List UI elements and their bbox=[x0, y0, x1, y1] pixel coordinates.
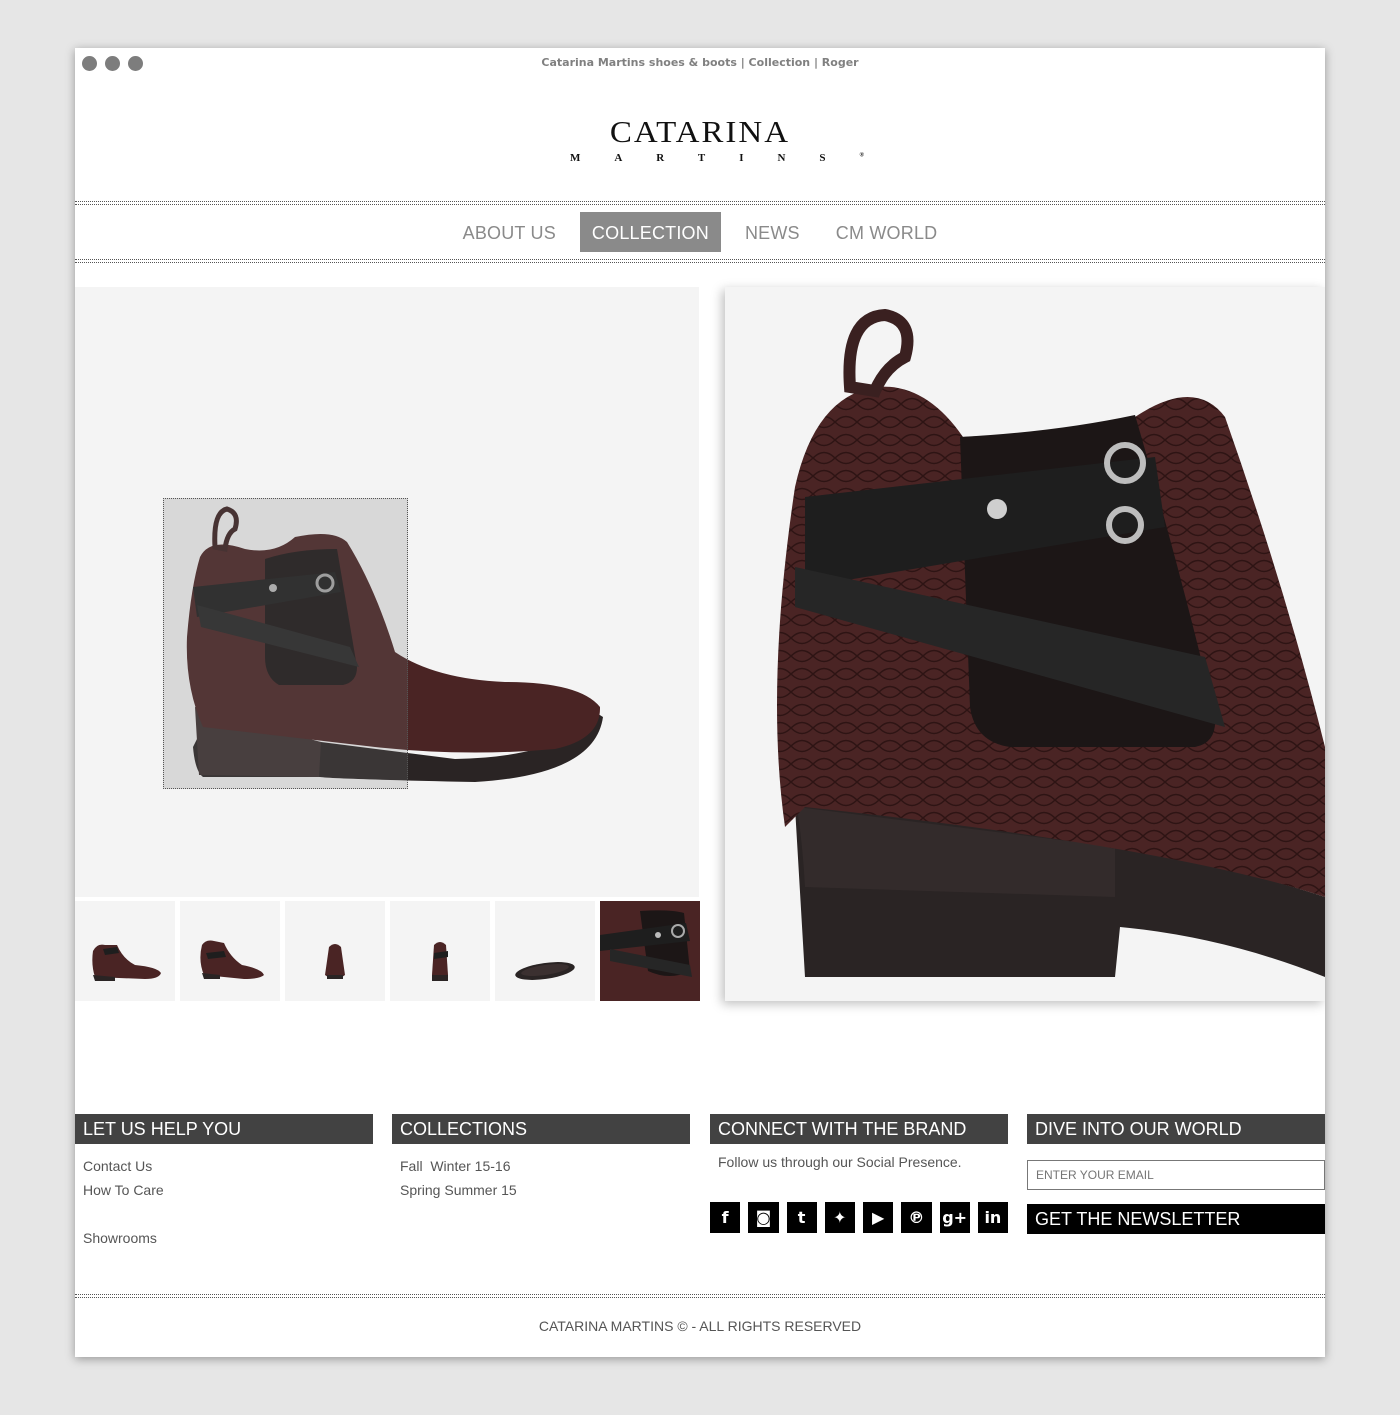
how-to-care-link[interactable]: How To Care bbox=[83, 1178, 373, 1202]
nav-news[interactable]: NEWS bbox=[733, 212, 812, 252]
boot-detail-image bbox=[777, 308, 1325, 977]
brand-logo[interactable]: CATARINA MARTINS® bbox=[75, 116, 1325, 164]
main-navigation: ABOUT US COLLECTION NEWS CM WORLD bbox=[75, 212, 1325, 252]
googleplus-icon[interactable]: g+ bbox=[939, 1202, 970, 1233]
browser-window: Catarina Martins shoes & boots | Collect… bbox=[75, 48, 1325, 1357]
footer-connect-title: CONNECT WITH THE BRAND bbox=[710, 1114, 1008, 1144]
linkedin-icon[interactable]: in bbox=[977, 1202, 1008, 1233]
twitter-icon[interactable]: ✦ bbox=[824, 1202, 855, 1233]
youtube-icon[interactable]: ▶ bbox=[863, 1202, 894, 1233]
footer-help: LET US HELP YOU Contact Us How To Care S… bbox=[75, 1114, 373, 1250]
nav-collection[interactable]: COLLECTION bbox=[579, 212, 721, 252]
spring-summer-link[interactable]: Spring Summer 15 bbox=[400, 1178, 690, 1202]
footer-newsletter-title: DIVE INTO OUR WORLD bbox=[1027, 1114, 1325, 1144]
divider bbox=[75, 259, 1325, 263]
product-main-image[interactable] bbox=[75, 287, 699, 897]
boot-front-thumb bbox=[325, 944, 345, 979]
connect-description: Follow us through our Social Presence. bbox=[718, 1154, 962, 1170]
facebook-icon[interactable]: f bbox=[710, 1202, 741, 1233]
footer-connect: CONNECT WITH THE BRAND Follow us through… bbox=[710, 1114, 1008, 1233]
nav-about-us[interactable]: ABOUT US bbox=[451, 212, 568, 252]
divider bbox=[75, 1294, 1325, 1298]
logo-wordmark: CATARINA bbox=[609, 116, 791, 150]
footer-help-title: LET US HELP YOU bbox=[75, 1114, 373, 1144]
zoom-lens[interactable] bbox=[163, 498, 408, 789]
thumbnail-6[interactable] bbox=[600, 901, 700, 1001]
footer-newsletter: DIVE INTO OUR WORLD GET THE NEWSLETTER bbox=[1027, 1114, 1325, 1234]
footer-collections: COLLECTIONS Fall Winter 15-16 Spring Sum… bbox=[392, 1114, 690, 1202]
showrooms-link[interactable]: Showrooms bbox=[83, 1226, 373, 1250]
boot-side-thumb bbox=[92, 944, 161, 981]
pinterest-icon[interactable]: ℗ bbox=[901, 1202, 932, 1233]
copyright-text: CATARINA MARTINS © - ALL RIGHTS RESERVED bbox=[538, 1318, 862, 1334]
email-field[interactable] bbox=[1027, 1160, 1325, 1190]
thumbnail-2[interactable] bbox=[180, 901, 280, 1001]
boot-sole-thumb bbox=[515, 962, 575, 980]
fall-winter-link[interactable]: Fall Winter 15-16 bbox=[400, 1154, 690, 1178]
thumbnail-strip bbox=[75, 901, 700, 1001]
window-title: Catarina Martins shoes & boots | Collect… bbox=[541, 56, 859, 69]
boot-angle-thumb bbox=[200, 940, 264, 979]
thumbnail-4[interactable] bbox=[390, 901, 490, 1001]
thumbnail-1[interactable] bbox=[75, 901, 175, 1001]
divider bbox=[75, 201, 1325, 205]
logo-subtitle: MARTINS® bbox=[569, 152, 865, 164]
zoom-preview bbox=[725, 287, 1325, 1001]
boot-detail-thumb bbox=[600, 901, 700, 1001]
social-icons: f ◙ t ✦ ▶ ℗ g+ in bbox=[710, 1202, 1008, 1233]
contact-us-link[interactable]: Contact Us bbox=[83, 1154, 373, 1178]
footer-collections-title: COLLECTIONS bbox=[392, 1114, 690, 1144]
thumbnail-3[interactable] bbox=[285, 901, 385, 1001]
thumbnail-5[interactable] bbox=[495, 901, 595, 1001]
instagram-icon[interactable]: ◙ bbox=[748, 1202, 779, 1233]
tumblr-icon[interactable]: t bbox=[786, 1202, 817, 1233]
boot-back-thumb bbox=[432, 942, 448, 981]
newsletter-button[interactable]: GET THE NEWSLETTER bbox=[1027, 1204, 1325, 1234]
nav-cm-world[interactable]: CM WORLD bbox=[824, 212, 950, 252]
